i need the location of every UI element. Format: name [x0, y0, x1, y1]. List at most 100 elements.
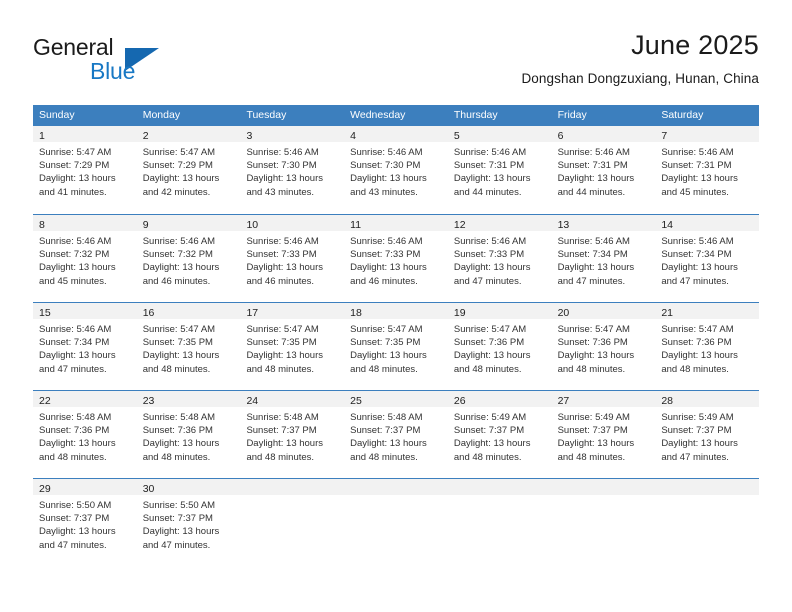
- calendar-day-cell[interactable]: 2 Sunrise: 5:47 AM Sunset: 7:29 PM Daylight…: [136, 126, 241, 214]
- daylight-text-line1: Daylight: 13 hours: [246, 173, 324, 185]
- daylight-text-line1: Daylight: 13 hours: [350, 173, 427, 185]
- day-number: 12: [453, 219, 466, 231]
- calendar-day-cell[interactable]: 6 Sunrise: 5:46 AM Sunset: 7:31 PM Daylight…: [551, 126, 656, 214]
- calendar-day-cell[interactable]: 8 Sunrise: 5:46 AM Sunset: 7:32 PM Daylight…: [33, 215, 137, 302]
- daylight-text-line1: Daylight: 13 hours: [142, 526, 220, 538]
- sunrise-text: Sunrise: 5:46 AM: [350, 236, 423, 247]
- calendar-day-cell[interactable]: 5 Sunrise: 5:46 AM Sunset: 7:31 PM Daylight…: [447, 126, 552, 214]
- calendar-day-cell[interactable]: 18 Sunrise: 5:47 AM Sunset: 7:35 PM Dayligh…: [344, 303, 448, 390]
- calendar-day-cell[interactable]: 17 Sunrise: 5:47 AM Sunset: 7:35 PM Dayligh…: [240, 303, 345, 390]
- daylight-text-line1: Daylight: 13 hours: [350, 262, 427, 274]
- daylight-text-line2: and 46 minutes.: [350, 275, 418, 287]
- sunset-text: Sunset: 7:34 PM: [661, 249, 732, 261]
- day-number-band: 6: [551, 126, 656, 142]
- calendar-day-cell[interactable]: 20 Sunrise: 5:47 AM Sunset: 7:36 PM Dayligh…: [551, 303, 656, 390]
- day-details: Sunrise: 5:47 AM Sunset: 7:29 PM Daylight:…: [137, 142, 241, 199]
- calendar-day-cell[interactable]: 12 Sunrise: 5:46 AM Sunset: 7:33 PM Dayligh…: [447, 215, 552, 302]
- day-details: Sunrise: 5:46 AM Sunset: 7:30 PM Daylight:…: [344, 142, 448, 199]
- daylight-text-line2: and 48 minutes.: [142, 451, 211, 463]
- calendar-day-cell[interactable]: 24 Sunrise: 5:48 AM Sunset: 7:37 PM Dayligh…: [240, 391, 345, 478]
- weekday-header-friday: Friday: [557, 109, 587, 121]
- daylight-text-line1: Daylight: 13 hours: [142, 262, 220, 274]
- calendar-week-row: 29 Sunrise: 5:50 AM Sunset: 7:37 PM Dayligh…: [33, 478, 760, 566]
- day-number: 3: [246, 130, 253, 142]
- calendar-day-cell[interactable]: 14 Sunrise: 5:46 AM Sunset: 7:34 PM Dayligh…: [655, 215, 760, 302]
- daylight-text-line2: and 48 minutes.: [557, 363, 626, 375]
- daylight-text-line2: and 46 minutes.: [246, 275, 315, 287]
- calendar-day-cell[interactable]: 29 Sunrise: 5:50 AM Sunset: 7:37 PM Dayligh…: [33, 479, 137, 566]
- daylight-text-line2: and 48 minutes.: [39, 451, 107, 463]
- daylight-text-line2: and 41 minutes.: [39, 186, 107, 198]
- day-number-band: 3: [240, 126, 345, 142]
- daylight-text-line2: and 47 minutes.: [661, 451, 729, 463]
- sunrise-text: Sunrise: 5:46 AM: [453, 236, 527, 247]
- calendar-day-cell[interactable]: 22 Sunrise: 5:48 AM Sunset: 7:36 PM Dayligh…: [33, 391, 137, 478]
- sunrise-text: Sunrise: 5:47 AM: [246, 324, 319, 335]
- calendar-day-cell[interactable]: 28 Sunrise: 5:49 AM Sunset: 7:37 PM Dayligh…: [655, 391, 760, 478]
- daylight-text-line2: and 47 minutes.: [453, 275, 522, 287]
- day-details: Sunrise: 5:46 AM Sunset: 7:34 PM Daylight:…: [655, 231, 759, 288]
- sunrise-text: Sunrise: 5:46 AM: [246, 236, 319, 247]
- sunrise-text: Sunrise: 5:50 AM: [39, 500, 112, 511]
- day-number: 6: [557, 130, 564, 142]
- day-details: Sunrise: 5:47 AM Sunset: 7:35 PM Daylight:…: [137, 319, 241, 376]
- calendar-day-cell-empty: [447, 479, 552, 566]
- calendar-day-cell[interactable]: 15 Sunrise: 5:46 AM Sunset: 7:34 PM Dayligh…: [33, 303, 137, 390]
- sunset-text: Sunset: 7:31 PM: [661, 160, 732, 172]
- sunset-text: Sunset: 7:36 PM: [661, 337, 732, 349]
- calendar-day-cell[interactable]: 21 Sunrise: 5:47 AM Sunset: 7:36 PM Dayligh…: [655, 303, 760, 390]
- weekday-header-wednesday: Wednesday: [350, 109, 406, 121]
- daylight-text-line2: and 42 minutes.: [142, 186, 211, 198]
- day-details: Sunrise: 5:46 AM Sunset: 7:34 PM Daylight:…: [552, 231, 656, 288]
- calendar-day-cell[interactable]: 27 Sunrise: 5:49 AM Sunset: 7:37 PM Dayligh…: [551, 391, 656, 478]
- day-details: Sunrise: 5:46 AM Sunset: 7:32 PM Daylight:…: [137, 231, 241, 288]
- day-number-band: 27: [551, 391, 656, 407]
- calendar-day-cell[interactable]: 11 Sunrise: 5:46 AM Sunset: 7:33 PM Dayligh…: [344, 215, 448, 302]
- day-number-band: 28: [655, 391, 760, 407]
- calendar-day-cell[interactable]: 10 Sunrise: 5:46 AM Sunset: 7:33 PM Dayligh…: [240, 215, 345, 302]
- calendar-day-cell[interactable]: 25 Sunrise: 5:48 AM Sunset: 7:37 PM Dayligh…: [344, 391, 448, 478]
- calendar-day-cell[interactable]: 1 Sunrise: 5:47 AM Sunset: 7:29 PM Daylight…: [33, 126, 137, 214]
- day-number-band: 25: [344, 391, 448, 407]
- calendar-day-cell[interactable]: 13 Sunrise: 5:46 AM Sunset: 7:34 PM Dayligh…: [551, 215, 656, 302]
- sunrise-text: Sunrise: 5:46 AM: [246, 147, 319, 158]
- day-number: 20: [557, 307, 570, 319]
- sunrise-text: Sunrise: 5:46 AM: [453, 147, 527, 158]
- daylight-text-line1: Daylight: 13 hours: [453, 262, 531, 274]
- day-number: 14: [661, 219, 673, 231]
- day-number: 21: [661, 307, 673, 319]
- daylight-text-line1: Daylight: 13 hours: [557, 350, 635, 362]
- sunset-text: Sunset: 7:34 PM: [39, 337, 110, 349]
- calendar-day-cell[interactable]: 16 Sunrise: 5:47 AM Sunset: 7:35 PM Dayligh…: [136, 303, 241, 390]
- daylight-text-line1: Daylight: 13 hours: [246, 262, 324, 274]
- sunset-text: Sunset: 7:37 PM: [350, 425, 421, 437]
- sunset-text: Sunset: 7:33 PM: [246, 249, 317, 261]
- calendar-day-cell[interactable]: 9 Sunrise: 5:46 AM Sunset: 7:32 PM Daylight…: [136, 215, 241, 302]
- daylight-text-line1: Daylight: 13 hours: [39, 438, 116, 450]
- day-number-band: 19: [447, 303, 552, 319]
- calendar-day-cell[interactable]: 30 Sunrise: 5:50 AM Sunset: 7:37 PM Dayligh…: [136, 479, 241, 566]
- calendar-day-cell[interactable]: 19 Sunrise: 5:47 AM Sunset: 7:36 PM Dayligh…: [447, 303, 552, 390]
- calendar-day-cell[interactable]: 7 Sunrise: 5:46 AM Sunset: 7:31 PM Daylight…: [655, 126, 760, 214]
- sunrise-text: Sunrise: 5:46 AM: [142, 236, 216, 247]
- day-details: Sunrise: 5:47 AM Sunset: 7:35 PM Daylight:…: [240, 319, 344, 376]
- calendar-day-cell[interactable]: 3 Sunrise: 5:46 AM Sunset: 7:30 PM Daylight…: [240, 126, 345, 214]
- day-number: 26: [453, 395, 466, 407]
- day-number-band: 1: [33, 126, 137, 142]
- generalblue-logo[interactable]: General Blue: [33, 34, 213, 90]
- day-number: 25: [350, 395, 362, 407]
- calendar-day-cell[interactable]: 23 Sunrise: 5:48 AM Sunset: 7:36 PM Dayligh…: [136, 391, 241, 478]
- day-number: 1: [39, 130, 45, 142]
- day-number-band: 12: [447, 215, 552, 231]
- day-details: Sunrise: 5:47 AM Sunset: 7:36 PM Daylight:…: [655, 319, 759, 376]
- daylight-text-line2: and 44 minutes.: [557, 186, 626, 198]
- calendar-day-cell[interactable]: 4 Sunrise: 5:46 AM Sunset: 7:30 PM Daylight…: [344, 126, 448, 214]
- day-details: Sunrise: 5:49 AM Sunset: 7:37 PM Daylight:…: [448, 407, 552, 464]
- day-number-band: 30: [136, 479, 241, 495]
- day-number: 4: [350, 130, 356, 142]
- day-details: [448, 495, 552, 499]
- calendar-day-cell-empty: [551, 479, 656, 566]
- sunset-text: Sunset: 7:30 PM: [350, 160, 421, 172]
- weekday-header-sunday: Sunday: [39, 109, 75, 121]
- calendar-day-cell[interactable]: 26 Sunrise: 5:49 AM Sunset: 7:37 PM Dayligh…: [447, 391, 552, 478]
